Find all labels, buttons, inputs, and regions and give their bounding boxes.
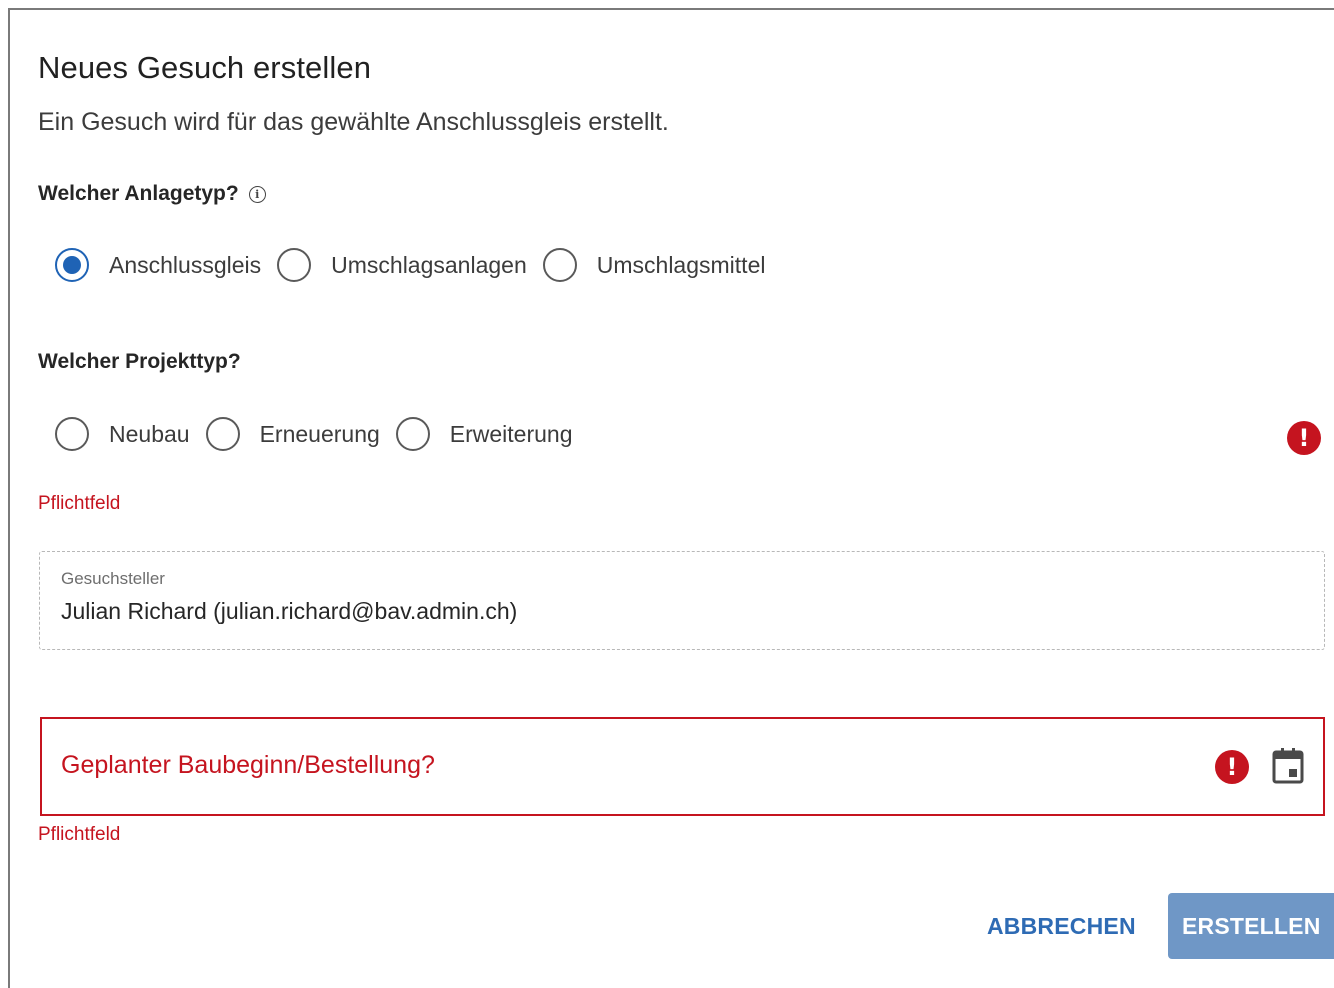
cancel-button[interactable]: ABBRECHEN [987,901,1136,951]
dialog-subtitle: Ein Gesuch wird für das gewählte Anschlu… [38,108,669,136]
anlagetyp-question: Welcher Anlagetyp? i [38,182,266,206]
radio-button-checked[interactable] [55,248,89,282]
anlagetyp-radio-group: Anschlussgleis Umschlagsanlagen Umschlag… [55,248,781,282]
radio-label-neubau: Neubau [109,420,190,447]
exclamation-circle-icon: ! [1287,421,1321,455]
gesuchsteller-field: Gesuchsteller Julian Richard (julian.ric… [39,551,1325,650]
radio-erneuerung[interactable]: Erneuerung [205,417,380,451]
dialog-title: Neues Gesuch erstellen [38,50,372,85]
radio-button[interactable] [277,248,312,282]
exclamation-circle-icon: ! [1215,750,1249,784]
radio-label-erweiterung: Erweiterung [449,420,573,447]
radio-button[interactable] [205,417,240,451]
radio-label-umschlagsanlagen: Umschlagsanlagen [331,251,527,278]
radio-button[interactable] [395,417,430,451]
gesuchsteller-label: Gesuchsteller [61,569,165,588]
radio-label-anschlussgleis: Anschlussgleis [109,251,262,278]
radio-button[interactable] [55,417,89,451]
info-icon[interactable]: i [248,186,266,203]
create-request-dialog: Neues Gesuch erstellen Ein Gesuch wird f… [8,8,1334,988]
projekttyp-error-text: Pflichtfeld [38,493,121,514]
baubeginn-placeholder: Geplanter Baubeginn/Bestellung? [61,751,435,779]
baubeginn-error-text: Pflichtfeld [38,824,121,845]
radio-anschlussgleis[interactable]: Anschlussgleis [55,248,261,282]
gesuchsteller-value: Julian Richard (julian.richard@bav.admin… [61,598,518,624]
radio-button[interactable] [542,248,577,282]
anlagetyp-question-label: Welcher Anlagetyp? [38,182,239,205]
radio-label-umschlagsmittel: Umschlagsmittel [596,251,766,278]
radio-umschlagsmittel[interactable]: Umschlagsmittel [542,248,766,282]
radio-label-erneuerung: Erneuerung [259,420,380,447]
projekttyp-question: Welcher Projekttyp? [38,350,241,373]
radio-erweiterung[interactable]: Erweiterung [395,417,573,451]
projekttyp-radio-group: Neubau Erneuerung Erweiterung [55,417,589,451]
submit-button[interactable]: ERSTELLEN [1168,893,1334,959]
calendar-icon[interactable] [1272,747,1304,785]
radio-neubau[interactable]: Neubau [55,417,190,451]
radio-umschlagsanlagen[interactable]: Umschlagsanlagen [277,248,527,282]
baubeginn-date-field[interactable]: Geplanter Baubeginn/Bestellung? ! [40,717,1325,816]
